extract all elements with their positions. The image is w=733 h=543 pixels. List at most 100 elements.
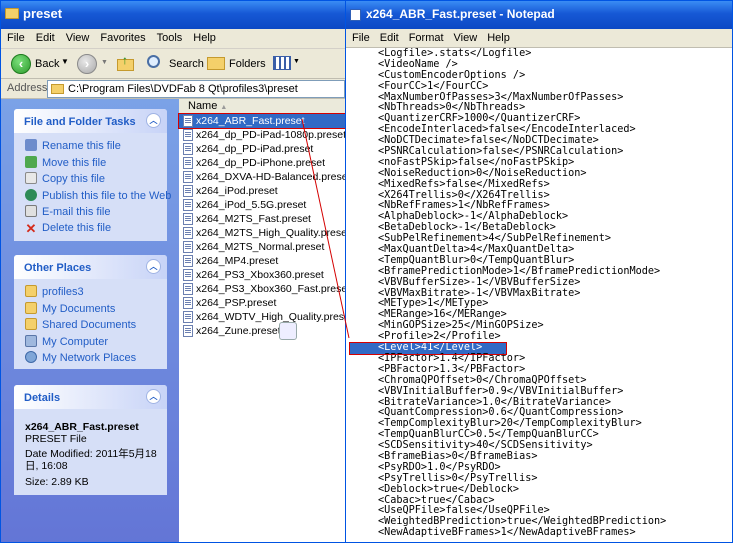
task-delete[interactable]: ✕ Delete this file [14, 220, 167, 237]
file-name: x264_dp_PD-iPhone.preset [196, 157, 326, 169]
file-row[interactable]: x264_MP4.preset [179, 254, 345, 268]
task-pane: File and Folder Tasks ︿ Rename this file … [1, 99, 179, 542]
menu-file[interactable]: File [1, 29, 30, 44]
np-menu-file[interactable]: File [346, 29, 374, 44]
task-label: Copy this file [42, 173, 105, 185]
file-row[interactable]: x264_M2TS_Fast.preset [179, 212, 345, 226]
chevron-up-icon[interactable]: ︿ [146, 259, 161, 274]
menu-edit[interactable]: Edit [30, 29, 60, 44]
np-menu-help[interactable]: Help [481, 29, 514, 44]
file-icon [183, 255, 193, 267]
notepad-menu-bar: File Edit Format View Help [346, 29, 732, 48]
chevron-up-icon[interactable]: ︿ [146, 389, 161, 404]
file-row[interactable]: x264_M2TS_Normal.preset [179, 240, 345, 254]
up-folder-button[interactable]: ↑ [116, 53, 136, 73]
back-button[interactable]: ‹ Back ▼ [9, 52, 69, 76]
file-row-selected[interactable]: x264_ABR_Fast.preset [178, 113, 345, 129]
np-menu-edit[interactable]: Edit [374, 29, 403, 44]
file-name: x264_DXVA-HD-Balanced.preset [196, 171, 346, 183]
notepad-icon [350, 9, 361, 21]
folders-button[interactable]: Folders [205, 52, 266, 76]
details-header[interactable]: Details ︿ [14, 385, 167, 409]
place-label: My Network Places [42, 352, 137, 364]
explorer-title-bar[interactable]: preset [1, 1, 345, 29]
file-row[interactable]: x264_PS3_Xbox360.preset [179, 268, 345, 282]
file-row[interactable]: x264_M2TS_High_Quality.preset [179, 226, 345, 240]
notepad-title: x264_ABR_Fast.preset - Notepad [366, 7, 555, 21]
file-row[interactable]: x264_PS3_Xbox360_Fast.preset [179, 282, 345, 296]
up-arrow-icon: ↑ [122, 53, 128, 67]
file-icon [183, 143, 193, 155]
notepad-window: x264_ABR_Fast.preset - Notepad File Edit F… [345, 0, 733, 543]
search-button[interactable]: Search [145, 52, 204, 76]
file-row[interactable]: x264_dp_PD-iPad.preset [179, 142, 345, 156]
file-icon [183, 157, 193, 169]
file-row[interactable]: x264_iPod_5.5G.preset [179, 198, 345, 212]
place-label: My Computer [42, 335, 109, 348]
file-folder-tasks-header[interactable]: File and Folder Tasks ︿ [14, 109, 167, 133]
back-arrow-icon: ‹ [11, 54, 31, 74]
place-my-computer[interactable]: My Computer [14, 333, 167, 350]
file-row[interactable]: x264_WDTV_High_Quality.preset [179, 310, 345, 324]
drag-cursor-icon [279, 322, 297, 340]
file-row[interactable]: x264_Zune.preset [179, 324, 345, 338]
file-row[interactable]: x264_dp_PD-iPhone.preset [179, 156, 345, 170]
details-size: Size: 2.89 KB [25, 476, 89, 488]
address-input[interactable]: C:\Program Files\DVDFab 8 Qt\profiles3\p… [47, 80, 345, 98]
place-shared-documents[interactable]: Shared Documents [14, 316, 167, 333]
task-rename[interactable]: Rename this file [14, 137, 167, 154]
file-icon [183, 283, 193, 295]
np-menu-format[interactable]: Format [403, 29, 448, 44]
place-my-network[interactable]: My Network Places [14, 349, 167, 366]
menu-view[interactable]: View [60, 29, 95, 44]
globe-icon [25, 188, 37, 201]
details-filename: x264_ABR_Fast.preset [25, 421, 139, 433]
text-line: <VBVBufferSize>-1</VBVBufferSize> [378, 276, 581, 288]
file-row[interactable]: x264_iPod.preset [179, 184, 345, 198]
text-line: <ChromaQPOffset>0</ChromaQPOffset> [378, 374, 587, 386]
folders-label: Folders [229, 58, 266, 70]
menu-help[interactable]: Help [187, 29, 221, 44]
file-name: x264_MP4.preset [196, 255, 279, 267]
delete-x-icon: ✕ [25, 220, 37, 236]
address-value: C:\Program Files\DVDFab 8 Qt\profiles3\p… [68, 83, 298, 95]
other-places-header[interactable]: Other Places ︿ [14, 255, 167, 279]
chevron-up-icon[interactable]: ︿ [146, 113, 161, 128]
task-email[interactable]: E-mail this file [14, 203, 167, 220]
file-row[interactable]: x264_DXVA-HD-Balanced.preset [179, 170, 346, 184]
menu-tools[interactable]: Tools [151, 29, 188, 44]
views-icon [273, 56, 291, 70]
my-documents-icon [25, 301, 37, 314]
file-icon [183, 199, 193, 211]
place-label: profiles3 [42, 286, 84, 298]
forward-button[interactable]: › [77, 54, 97, 74]
file-name: x264_iPod_5.5G.preset [196, 199, 307, 211]
computer-icon [25, 334, 37, 347]
network-icon [25, 351, 37, 363]
text-line: <PsyTrellis>0</PsyTrellis> [378, 472, 538, 484]
place-label: My Documents [42, 302, 116, 315]
notepad-title-bar[interactable]: x264_ABR_Fast.preset - Notepad [346, 1, 732, 29]
file-row[interactable]: x264_dp_PD-iPad-1080p.preset [179, 128, 345, 142]
menu-favorites[interactable]: Favorites [94, 29, 150, 44]
np-menu-view[interactable]: View [448, 29, 482, 44]
task-copy[interactable]: Copy this file [14, 170, 167, 187]
notepad-text-area[interactable]: <Logfile>.stats</Logfile> <VideoName /> <C… [346, 48, 732, 542]
task-move[interactable]: Move this file [14, 154, 167, 171]
copy-icon [25, 172, 37, 184]
file-name: x264_dp_PD-iPad.preset [196, 143, 314, 155]
file-icon [183, 325, 193, 337]
place-profiles3[interactable]: profiles3 [14, 283, 167, 300]
file-row[interactable]: x264_PSP.preset [179, 296, 345, 310]
column-name-label: Name [188, 100, 218, 112]
place-my-documents[interactable]: My Documents [14, 300, 167, 317]
file-name: x264_M2TS_Normal.preset [196, 241, 325, 253]
move-icon [25, 155, 37, 168]
text-line: <FourCC>1</FourCC> [378, 80, 489, 92]
task-publish[interactable]: Publish this file to the Web [14, 187, 171, 204]
file-icon [183, 115, 193, 127]
file-icon [183, 129, 193, 141]
address-bar: Address C:\Program Files\DVDFab 8 Qt\pro… [1, 79, 345, 99]
column-header-name[interactable]: Name ▲ [179, 99, 345, 114]
views-button[interactable]: ▼ [271, 53, 301, 73]
